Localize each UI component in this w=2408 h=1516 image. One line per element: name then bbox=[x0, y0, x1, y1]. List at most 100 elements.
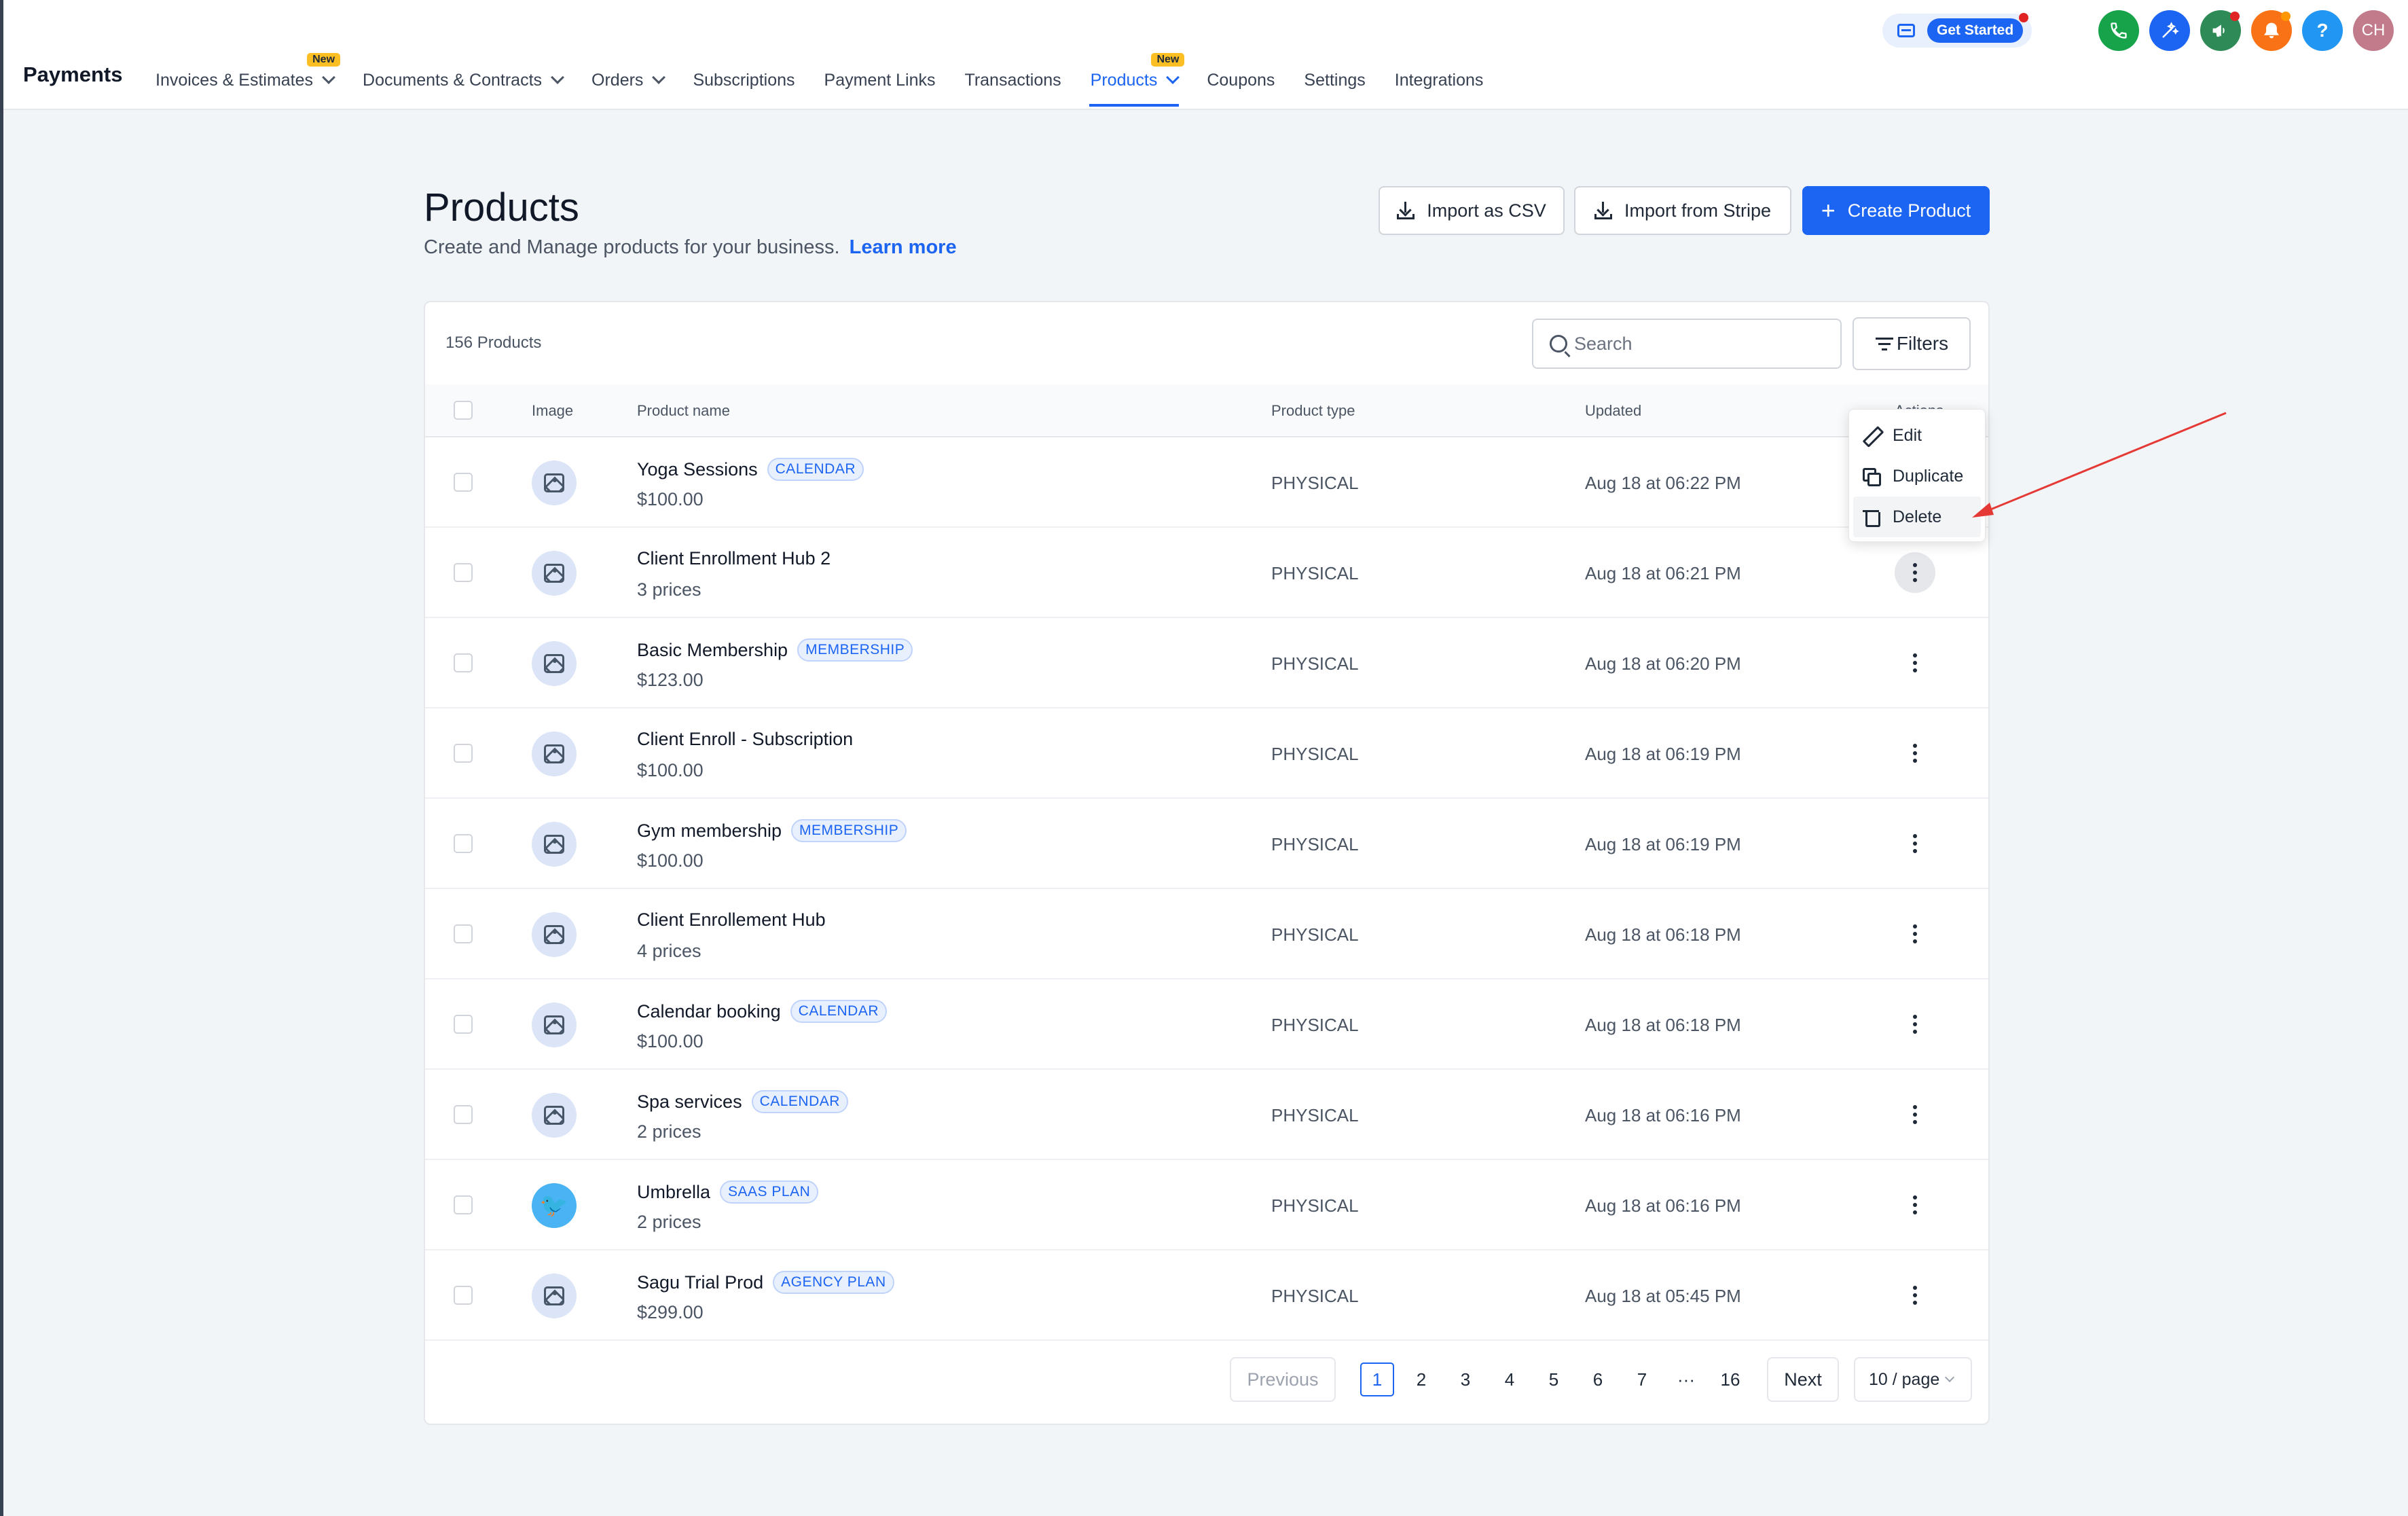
product-name[interactable]: Calendar booking bbox=[637, 1001, 781, 1022]
row-actions-button[interactable] bbox=[1895, 1185, 1935, 1225]
nav-item-documents-contracts[interactable]: Documents & Contracts bbox=[363, 67, 564, 94]
row-actions-button[interactable] bbox=[1895, 1004, 1935, 1045]
nav-item-orders[interactable]: Orders bbox=[591, 67, 666, 94]
table-row[interactable]: Client Enroll - Subscription $100.00 PHY… bbox=[425, 708, 1988, 799]
page-number-button[interactable]: 6 bbox=[1581, 1369, 1615, 1390]
product-name[interactable]: Spa services bbox=[637, 1091, 742, 1113]
nav-item-subscriptions[interactable]: Subscriptions bbox=[693, 67, 795, 94]
table-row[interactable]: 🐦 Umbrella SAAS PLAN 2 prices PHYSICAL Au… bbox=[425, 1160, 1988, 1250]
import-csv-button[interactable]: Import as CSV bbox=[1379, 186, 1565, 235]
search-box[interactable] bbox=[1532, 319, 1842, 369]
avatar[interactable]: CH bbox=[2353, 10, 2394, 51]
previous-page-button[interactable]: Previous bbox=[1230, 1357, 1336, 1402]
row-actions-button[interactable] bbox=[1895, 552, 1935, 593]
row-checkbox[interactable] bbox=[454, 1195, 473, 1214]
plus-icon: + bbox=[1821, 196, 1836, 224]
row-actions-button[interactable] bbox=[1895, 914, 1935, 954]
product-image bbox=[532, 1274, 577, 1318]
learn-more-link[interactable]: Learn more bbox=[850, 236, 957, 258]
get-started-widget[interactable]: Get Started bbox=[1882, 13, 2032, 48]
product-name[interactable]: Yoga Sessions bbox=[637, 459, 758, 480]
row-actions-button[interactable] bbox=[1895, 733, 1935, 774]
page-number-button[interactable]: 4 bbox=[1493, 1369, 1527, 1390]
product-name[interactable]: Client Enrollment Hub 2 bbox=[637, 548, 831, 569]
help-glyph: ? bbox=[2316, 20, 2329, 41]
row-actions-button[interactable] bbox=[1895, 1094, 1935, 1135]
table-row[interactable]: Sagu Trial Prod AGENCY PLAN $299.00 PHYSI… bbox=[425, 1250, 1988, 1341]
product-name-cell: Umbrella SAAS PLAN bbox=[637, 1180, 819, 1204]
get-started-button[interactable]: Get Started bbox=[1927, 13, 2029, 43]
filter-icon bbox=[1875, 336, 1894, 351]
row-actions-button[interactable] bbox=[1895, 823, 1935, 864]
page-title: Products bbox=[424, 185, 579, 230]
menu-item-duplicate[interactable]: Duplicate bbox=[1849, 456, 1985, 497]
row-checkbox[interactable] bbox=[454, 924, 473, 943]
product-updated: Aug 18 at 06:18 PM bbox=[1585, 924, 1741, 945]
menu-item-label: Duplicate bbox=[1893, 466, 1964, 486]
nav-item-coupons[interactable]: Coupons bbox=[1207, 67, 1275, 94]
select-all-checkbox[interactable] bbox=[454, 401, 473, 420]
nav-item-label: Orders bbox=[591, 70, 644, 90]
phone-icon[interactable] bbox=[2098, 10, 2139, 51]
nav-item-products[interactable]: Products New bbox=[1089, 53, 1185, 107]
help-icon[interactable]: ? bbox=[2302, 10, 2343, 51]
product-name[interactable]: Sagu Trial Prod bbox=[637, 1272, 763, 1293]
nav-item-payment-links[interactable]: Payment Links bbox=[824, 67, 936, 94]
page-number-button[interactable]: 1 bbox=[1360, 1362, 1394, 1396]
nav-item-invoices-estimates[interactable]: Invoices & Estimates New bbox=[156, 53, 341, 94]
create-product-button[interactable]: + Create Product bbox=[1802, 186, 1990, 235]
page-number-button[interactable]: 5 bbox=[1537, 1369, 1571, 1390]
next-page-button[interactable]: Next bbox=[1767, 1357, 1839, 1402]
product-type: PHYSICAL bbox=[1271, 563, 1359, 583]
table-row[interactable]: Gym membership MEMBERSHIP $100.00 PHYSICA… bbox=[425, 799, 1988, 889]
magic-icon[interactable] bbox=[2149, 10, 2190, 51]
table-row[interactable]: Yoga Sessions CALENDAR $100.00 PHYSICAL A… bbox=[425, 437, 1988, 528]
row-checkbox[interactable] bbox=[454, 834, 473, 853]
page-size-select[interactable]: 10 / page bbox=[1854, 1357, 1972, 1402]
row-checkbox[interactable] bbox=[454, 1286, 473, 1305]
bell-icon[interactable] bbox=[2251, 10, 2292, 51]
product-price: 2 prices bbox=[637, 1121, 701, 1142]
page-number-button[interactable]: 2 bbox=[1404, 1369, 1438, 1390]
product-tag: CALENDAR bbox=[767, 458, 864, 481]
row-checkbox[interactable] bbox=[454, 744, 473, 763]
row-checkbox[interactable] bbox=[454, 653, 473, 672]
search-input[interactable] bbox=[1574, 333, 1832, 355]
product-name[interactable]: Basic Membership bbox=[637, 640, 788, 661]
table-row[interactable]: Client Enrollment Hub 2 3 prices PHYSICA… bbox=[425, 528, 1988, 618]
product-type: PHYSICAL bbox=[1271, 473, 1359, 493]
product-name[interactable]: Gym membership bbox=[637, 820, 782, 842]
product-name-cell: Calendar booking CALENDAR bbox=[637, 1000, 888, 1023]
nav-item-settings[interactable]: Settings bbox=[1304, 67, 1365, 94]
filters-button[interactable]: Filters bbox=[1853, 317, 1971, 370]
row-checkbox[interactable] bbox=[454, 563, 473, 582]
product-updated: Aug 18 at 06:19 PM bbox=[1585, 744, 1741, 764]
page-number-button[interactable]: 16 bbox=[1713, 1369, 1747, 1390]
menu-item-delete[interactable]: Delete bbox=[1853, 497, 1981, 537]
product-name-cell: Spa services CALENDAR bbox=[637, 1090, 848, 1113]
product-name[interactable]: Client Enroll - Subscription bbox=[637, 729, 853, 750]
menu-item-edit[interactable]: Edit bbox=[1849, 415, 1985, 456]
product-name[interactable]: Umbrella bbox=[637, 1182, 710, 1203]
row-actions-button[interactable] bbox=[1895, 1275, 1935, 1316]
table-row[interactable]: Basic Membership MEMBERSHIP $123.00 PHYSI… bbox=[425, 618, 1988, 708]
table-row[interactable]: Spa services CALENDAR 2 prices PHYSICAL A… bbox=[425, 1070, 1988, 1160]
image-placeholder-icon bbox=[544, 654, 564, 673]
pencil-icon bbox=[1863, 427, 1879, 444]
table-row[interactable]: Calendar booking CALENDAR $100.00 PHYSICA… bbox=[425, 979, 1988, 1070]
nav-item-transactions[interactable]: Transactions bbox=[964, 67, 1061, 94]
window-edge bbox=[0, 0, 3, 1516]
megaphone-icon[interactable] bbox=[2200, 10, 2241, 51]
import-stripe-button[interactable]: Import from Stripe bbox=[1574, 186, 1791, 235]
product-tag: AGENCY PLAN bbox=[773, 1271, 894, 1294]
nav-item-integrations[interactable]: Integrations bbox=[1395, 67, 1484, 94]
product-name-cell: Client Enrollment Hub 2 bbox=[637, 548, 831, 569]
row-checkbox[interactable] bbox=[454, 473, 473, 492]
row-checkbox[interactable] bbox=[454, 1015, 473, 1034]
page-number-button[interactable]: 7 bbox=[1625, 1369, 1659, 1390]
table-row[interactable]: Client Enrollement Hub 4 prices PHYSICAL… bbox=[425, 889, 1988, 979]
row-checkbox[interactable] bbox=[454, 1105, 473, 1124]
row-actions-button[interactable] bbox=[1895, 643, 1935, 683]
page-number-button[interactable]: 3 bbox=[1448, 1369, 1482, 1390]
product-name[interactable]: Client Enrollement Hub bbox=[637, 909, 826, 931]
